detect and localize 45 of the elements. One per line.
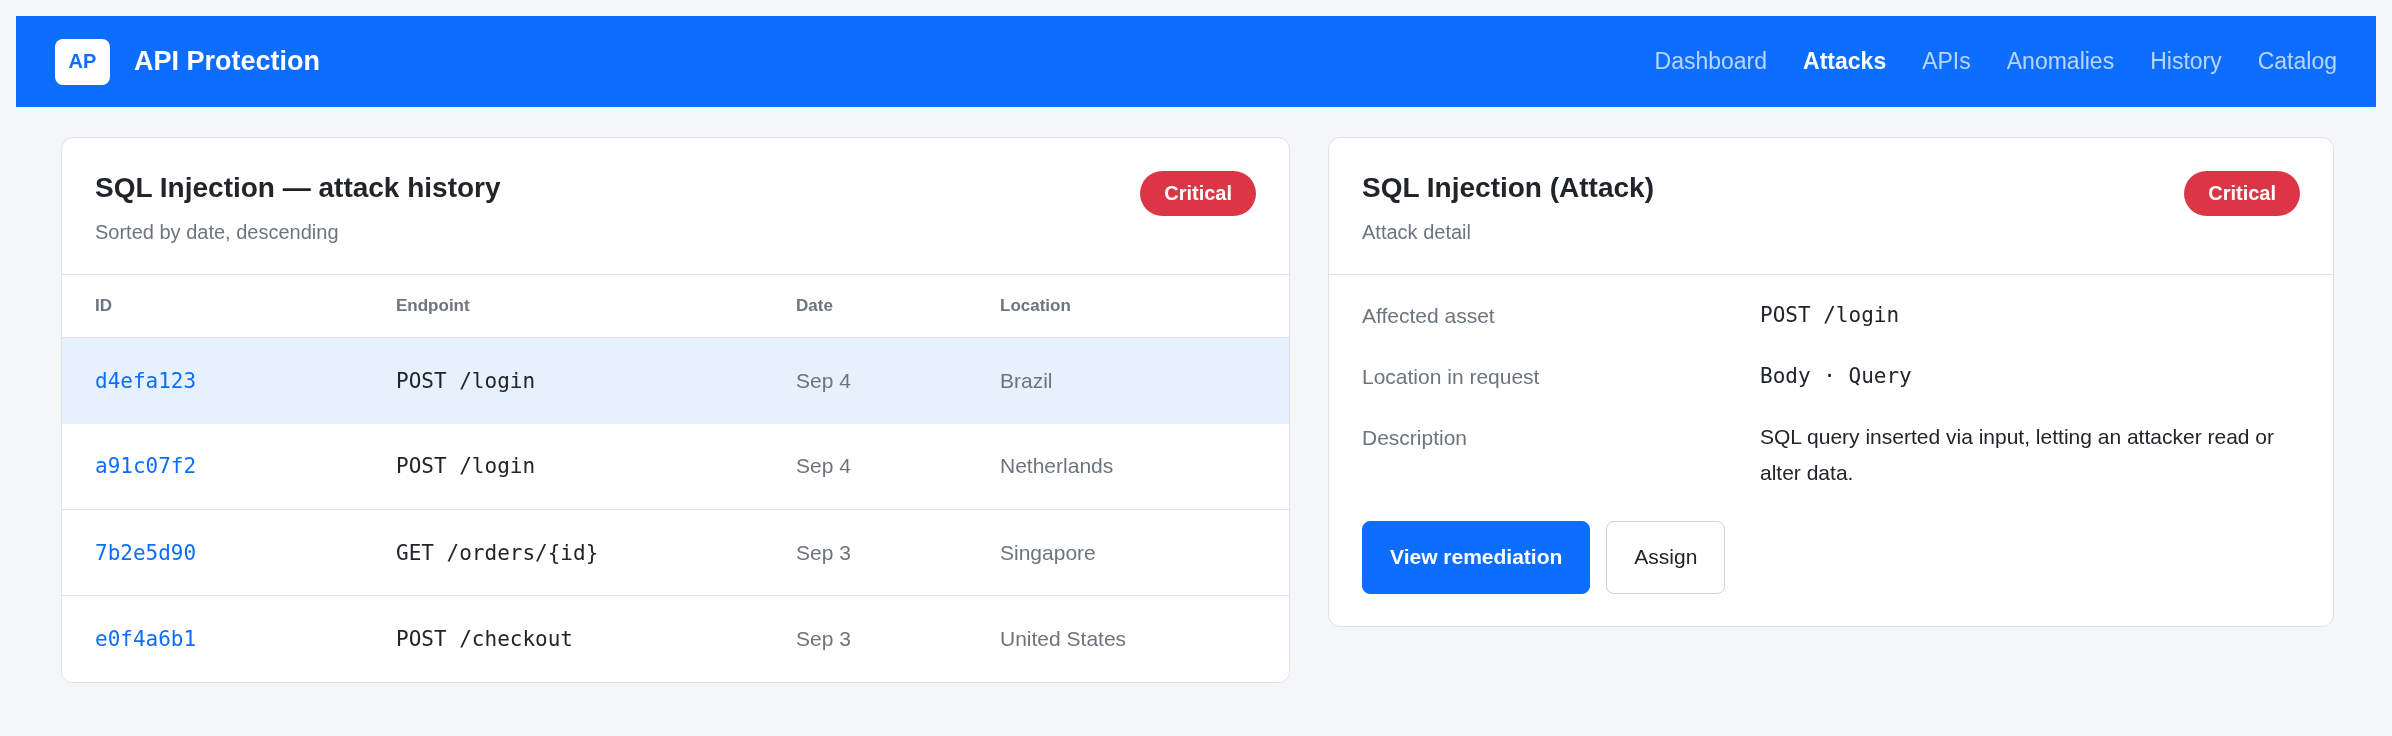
column-header: Endpoint xyxy=(363,274,763,338)
assign-button[interactable]: Assign xyxy=(1606,520,1726,594)
table-row[interactable]: e0f4a6b1 POST /checkout Sep 3 United States xyxy=(62,595,1289,682)
card-title: SQL Injection (Attack) xyxy=(1362,171,1654,205)
attack-id-link[interactable]: a91c07f2 xyxy=(62,423,363,510)
nav-link[interactable]: APIs xyxy=(1922,48,1971,75)
attack-id-link[interactable]: e0f4a6b1 xyxy=(62,595,363,682)
remediation-button[interactable]: View remediation xyxy=(1362,520,1591,594)
nav-link[interactable]: Catalog xyxy=(2257,48,2337,75)
attack-id-link[interactable]: d4efa123 xyxy=(62,337,363,424)
date-cell: Sep 4 xyxy=(763,337,967,424)
endpoint-cell: POST /login xyxy=(363,423,763,510)
location-cell: Netherlands xyxy=(967,423,1289,510)
app-title: API Protection xyxy=(134,46,321,77)
column-header: Date xyxy=(763,274,967,338)
location-cell: Singapore xyxy=(967,509,1289,596)
field-label: Description xyxy=(1362,424,1469,451)
date-cell: Sep 3 xyxy=(763,595,967,682)
endpoint-cell: POST /login xyxy=(363,337,763,424)
date-cell: Sep 4 xyxy=(763,423,967,510)
nav-link[interactable]: Dashboard xyxy=(1654,48,1768,75)
table-row[interactable]: a91c07f2 POST /login Sep 4 Netherlands xyxy=(62,423,1289,510)
field-label: Affected asset xyxy=(1362,302,1496,329)
column-header: ID xyxy=(62,274,363,338)
endpoint-cell: POST /checkout xyxy=(363,595,763,682)
field-value: SQL query inserted via input, letting an attacker read or alter data. xyxy=(1760,423,2275,486)
logo: AP xyxy=(55,38,110,85)
nav-link[interactable]: Anomalies xyxy=(2006,48,2115,75)
severity-badge: Critical xyxy=(2184,171,2300,216)
field-label: Location in request xyxy=(1362,363,1541,390)
card-subtitle: Attack detail xyxy=(1362,220,1472,244)
location-cell: Brazil xyxy=(967,337,1289,424)
location-cell: United States xyxy=(967,595,1289,682)
date-cell: Sep 3 xyxy=(763,509,967,596)
attack-id-link[interactable]: 7b2e5d90 xyxy=(62,509,363,596)
nav-link[interactable]: History xyxy=(2150,48,2222,75)
table-row[interactable]: 7b2e5d90 GET /orders/{id} Sep 3 Singapore xyxy=(62,509,1289,596)
column-header: Location xyxy=(967,274,1289,338)
endpoint-cell: GET /orders/{id} xyxy=(363,509,763,596)
card-subtitle: Sorted by date, descending xyxy=(95,220,340,244)
severity-badge: Critical xyxy=(1140,171,1256,216)
card-title: SQL Injection — attack history xyxy=(95,171,501,205)
field-value: POST /login xyxy=(1760,301,1901,329)
nav-link[interactable]: Attacks xyxy=(1803,48,1887,75)
field-value: Body · Query xyxy=(1760,362,1913,390)
